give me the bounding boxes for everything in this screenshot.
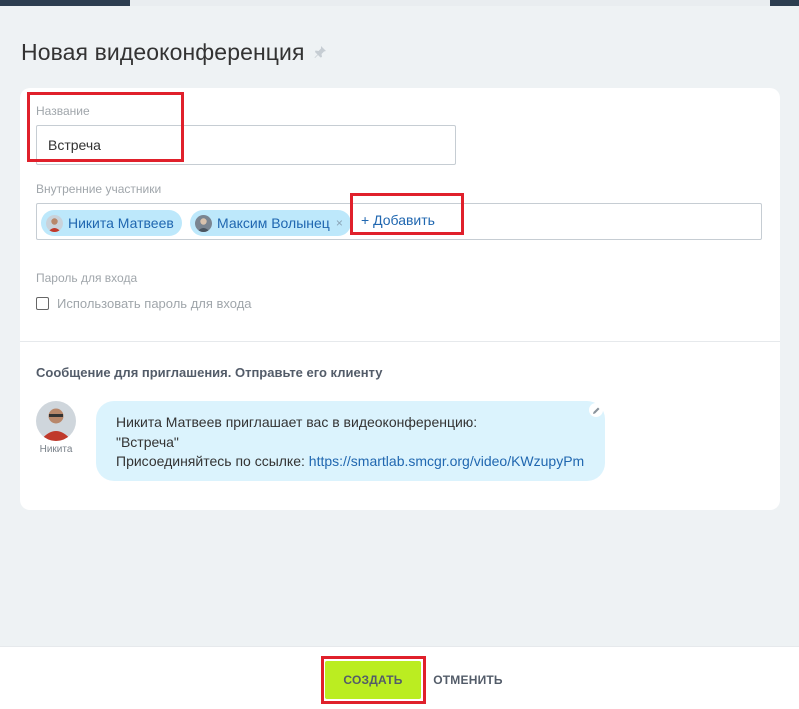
invite-line: Никита Матвеев приглашает вас в видеокон… bbox=[116, 414, 478, 430]
form-card: Название Встреча Внутренние участники Ни… bbox=[20, 88, 780, 510]
edit-icon[interactable] bbox=[589, 403, 603, 417]
participant-chip[interactable]: Максим Волынец × bbox=[190, 210, 351, 236]
password-checkbox-label[interactable]: Использовать пароль для входа bbox=[57, 296, 252, 311]
dialog-header: Новая видеоконференция bbox=[21, 34, 327, 70]
invite-message: Никита Матвеев приглашает вас в видеокон… bbox=[96, 401, 605, 481]
password-option[interactable]: Использовать пароль для входа bbox=[36, 296, 252, 311]
dialog-footer: СОЗДАТЬ ОТМЕНИТЬ bbox=[0, 646, 799, 709]
avatar bbox=[46, 214, 63, 232]
invite-line: Присоединяйтесь по ссылке: https://smart… bbox=[116, 452, 605, 472]
avatar bbox=[195, 214, 212, 232]
password-checkbox[interactable] bbox=[36, 297, 49, 310]
dialog-panel: Новая видеоконференция Название Встреча … bbox=[0, 6, 799, 646]
name-input-value: Встреча bbox=[48, 137, 101, 153]
avatar bbox=[36, 401, 76, 441]
add-participant-link[interactable]: + Добавить bbox=[361, 212, 435, 228]
participant-chip[interactable]: Никита Матвеев bbox=[41, 210, 182, 236]
invite-link[interactable]: https://smartlab.smcgr.org/video/KWzupyP… bbox=[309, 453, 584, 469]
invite-link-prefix: Присоединяйтесь по ссылке: bbox=[116, 453, 309, 469]
invite-line: "Встреча" bbox=[116, 433, 179, 450]
name-label: Название bbox=[36, 104, 90, 118]
password-label: Пароль для входа bbox=[36, 271, 138, 285]
dialog-title: Новая видеоконференция bbox=[21, 38, 305, 65]
create-button[interactable]: СОЗДАТЬ bbox=[325, 661, 421, 699]
participants-field[interactable]: Никита Матвеев Максим Волынец × + Добави… bbox=[36, 203, 762, 240]
cancel-button[interactable]: ОТМЕНИТЬ bbox=[430, 661, 506, 699]
close-icon[interactable]: × bbox=[336, 216, 343, 230]
sender-name: Никита bbox=[39, 444, 73, 455]
name-input[interactable]: Встреча bbox=[36, 125, 456, 165]
pin-icon[interactable] bbox=[313, 45, 327, 59]
participants-label: Внутренние участники bbox=[36, 182, 162, 196]
participant-name: Максим Волынец bbox=[217, 215, 330, 231]
participant-name: Никита Матвеев bbox=[68, 215, 174, 231]
invite-title: Сообщение для приглашения. Отправьте его… bbox=[36, 365, 383, 380]
divider bbox=[20, 341, 780, 342]
invite-sender: Никита bbox=[36, 401, 76, 455]
